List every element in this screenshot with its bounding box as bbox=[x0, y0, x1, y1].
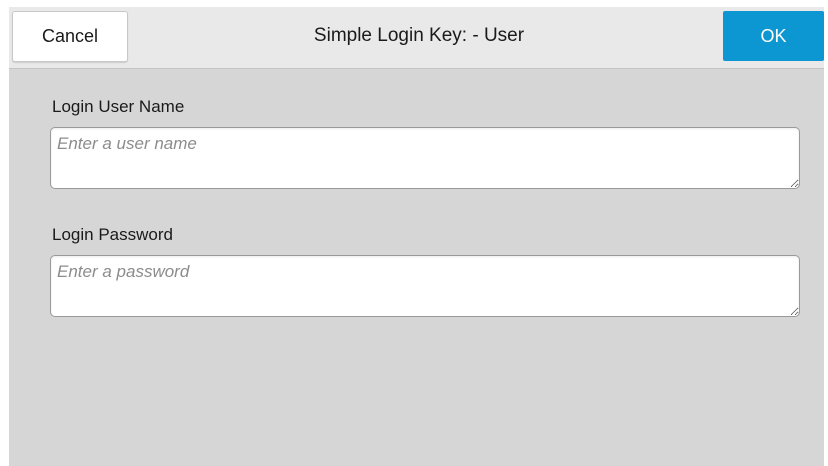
ok-button[interactable]: OK bbox=[723, 11, 824, 61]
username-input[interactable] bbox=[50, 127, 800, 189]
cancel-button[interactable]: Cancel bbox=[12, 11, 128, 62]
login-key-dialog: Cancel Simple Login Key: - User OK Login… bbox=[9, 7, 824, 466]
password-label: Login Password bbox=[52, 225, 173, 244]
dialog-title: Simple Login Key: - User bbox=[313, 25, 525, 46]
password-input[interactable] bbox=[50, 255, 800, 317]
dialog-header: Cancel Simple Login Key: - User OK bbox=[9, 7, 824, 69]
username-label: Login User Name bbox=[52, 97, 185, 116]
